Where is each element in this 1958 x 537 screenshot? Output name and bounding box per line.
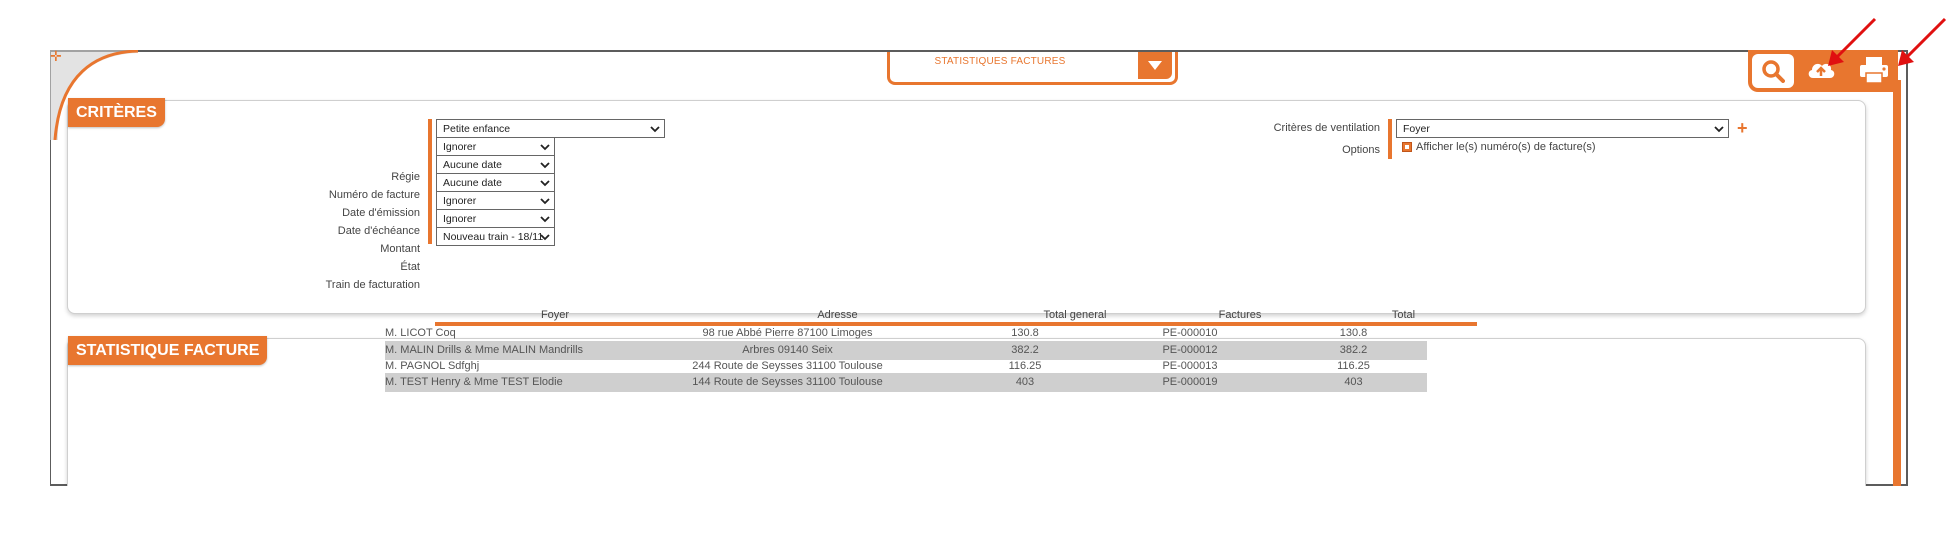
cell-foyer: M. PAGNOL Sdfghj [385, 360, 480, 372]
app-frame: ✛ STATISTIQUES FACTURES CRITÈRES Régie N… [50, 50, 1908, 486]
search-button[interactable] [1752, 54, 1794, 88]
report-selector-dropdown-button[interactable] [1138, 52, 1172, 79]
issue-date-select-value: Aucune date [443, 159, 502, 171]
chevron-down-icon [540, 216, 550, 223]
cell-factures: PE-000012 [1162, 344, 1218, 356]
show-invoice-numbers-label: Afficher le(s) numéro(s) de facture(s) [1416, 141, 1596, 153]
amount-select-value: Ignorer [443, 195, 477, 207]
amount-select[interactable]: Ignorer [436, 191, 555, 210]
field-label: Montant [380, 243, 420, 255]
annotation-arrow-icon [1898, 17, 1947, 66]
cell-factures: PE-000010 [1162, 327, 1218, 339]
annotation-arrow-icon [1828, 17, 1877, 66]
cell-total: 130.8 [1339, 327, 1368, 339]
field-label: Date d'émission [342, 207, 420, 219]
side-rail [1893, 80, 1901, 486]
ventilation-label: Critères de ventilation [1273, 122, 1380, 134]
field-label: Numéro de facture [328, 189, 420, 201]
due-date-select-value: Aucune date [443, 177, 502, 189]
regie-select[interactable]: Petite enfance [436, 119, 665, 138]
stats-title: STATISTIQUE FACTURE [68, 336, 268, 365]
issue-date-select[interactable]: Aucune date [436, 155, 555, 174]
ventilation-select[interactable]: Foyer [1396, 119, 1729, 138]
invoice-number-select-value: Ignorer [443, 141, 477, 153]
field-label: Régie [391, 171, 420, 183]
cell-foyer: M. TEST Henry & Mme TEST Elodie [385, 376, 563, 388]
cell-total: 382.2 [1339, 344, 1368, 356]
column-header-total: Total [1391, 309, 1416, 321]
cell-total-general: 403 [1015, 376, 1035, 388]
show-invoice-numbers-checkbox[interactable] [1402, 142, 1412, 152]
chevron-down-icon [540, 144, 550, 151]
cell-factures: PE-000013 [1162, 360, 1218, 372]
cell-adresse: 98 rue Abbé Pierre 87100 Limoges [702, 327, 873, 339]
cell-adresse: 144 Route de Seysses 31100 Toulouse [692, 376, 883, 388]
column-header-factures: Factures [1218, 309, 1262, 321]
column-header-adresse: Adresse [817, 309, 858, 321]
cell-adresse: 244 Route de Seysses 31100 Toulouse [692, 360, 883, 372]
chevron-down-icon [540, 198, 550, 205]
cell-total-general: 382.2 [1011, 344, 1039, 356]
column-header-foyer: Foyer [540, 309, 570, 321]
field-label: État [400, 261, 420, 273]
due-date-select[interactable]: Aucune date [436, 173, 555, 192]
options-label: Options [1342, 144, 1380, 156]
add-ventilation-button[interactable]: + [1737, 118, 1748, 139]
report-selector-label: STATISTIQUES FACTURES [934, 56, 1066, 67]
cell-total-general: 130.8 [1011, 327, 1039, 339]
chevron-down-icon [540, 180, 550, 187]
column-header-total-general: Total general [1043, 309, 1107, 321]
field-group-marker [1388, 119, 1392, 159]
cell-factures: PE-000019 [1162, 376, 1218, 388]
billing-train-select-value: Nouveau train - 18/11 [443, 231, 544, 243]
cell-adresse: Arbres 09140 Seix [742, 344, 833, 356]
frame-border [1906, 50, 1908, 486]
triangle-down-icon [1148, 61, 1162, 70]
ventilation-select-value: Foyer [1403, 123, 1430, 135]
search-icon [1762, 60, 1785, 83]
cell-foyer: M. LICOT Coq [385, 327, 456, 339]
criteria-title: CRITÈRES [68, 98, 165, 127]
cell-total: 403 [1344, 376, 1363, 388]
field-group-marker [428, 119, 432, 244]
chevron-down-icon [540, 162, 550, 169]
billing-train-select[interactable]: Nouveau train - 18/11 [436, 227, 555, 246]
cell-total: 116.25 [1337, 360, 1370, 372]
report-selector-tab[interactable]: STATISTIQUES FACTURES [887, 52, 1178, 85]
table-row[interactable]: M. TEST Henry & Mme TEST Elodie 144 Rout… [385, 373, 1427, 392]
chevron-down-icon [1714, 126, 1724, 133]
invoice-number-select[interactable]: Ignorer [436, 137, 555, 156]
field-label: Date d'échéance [337, 225, 420, 237]
cross-icon: ✛ [50, 50, 62, 65]
state-select-value: Ignorer [443, 213, 477, 225]
state-select[interactable]: Ignorer [436, 209, 555, 228]
chevron-down-icon [540, 234, 550, 241]
field-label: Train de facturation [325, 279, 420, 291]
regie-select-value: Petite enfance [443, 123, 511, 135]
cell-total-general: 116.25 [1008, 360, 1042, 372]
chevron-down-icon [650, 126, 660, 133]
cell-foyer: M. MALIN Drills & Mme MALIN Mandrills [385, 344, 584, 356]
